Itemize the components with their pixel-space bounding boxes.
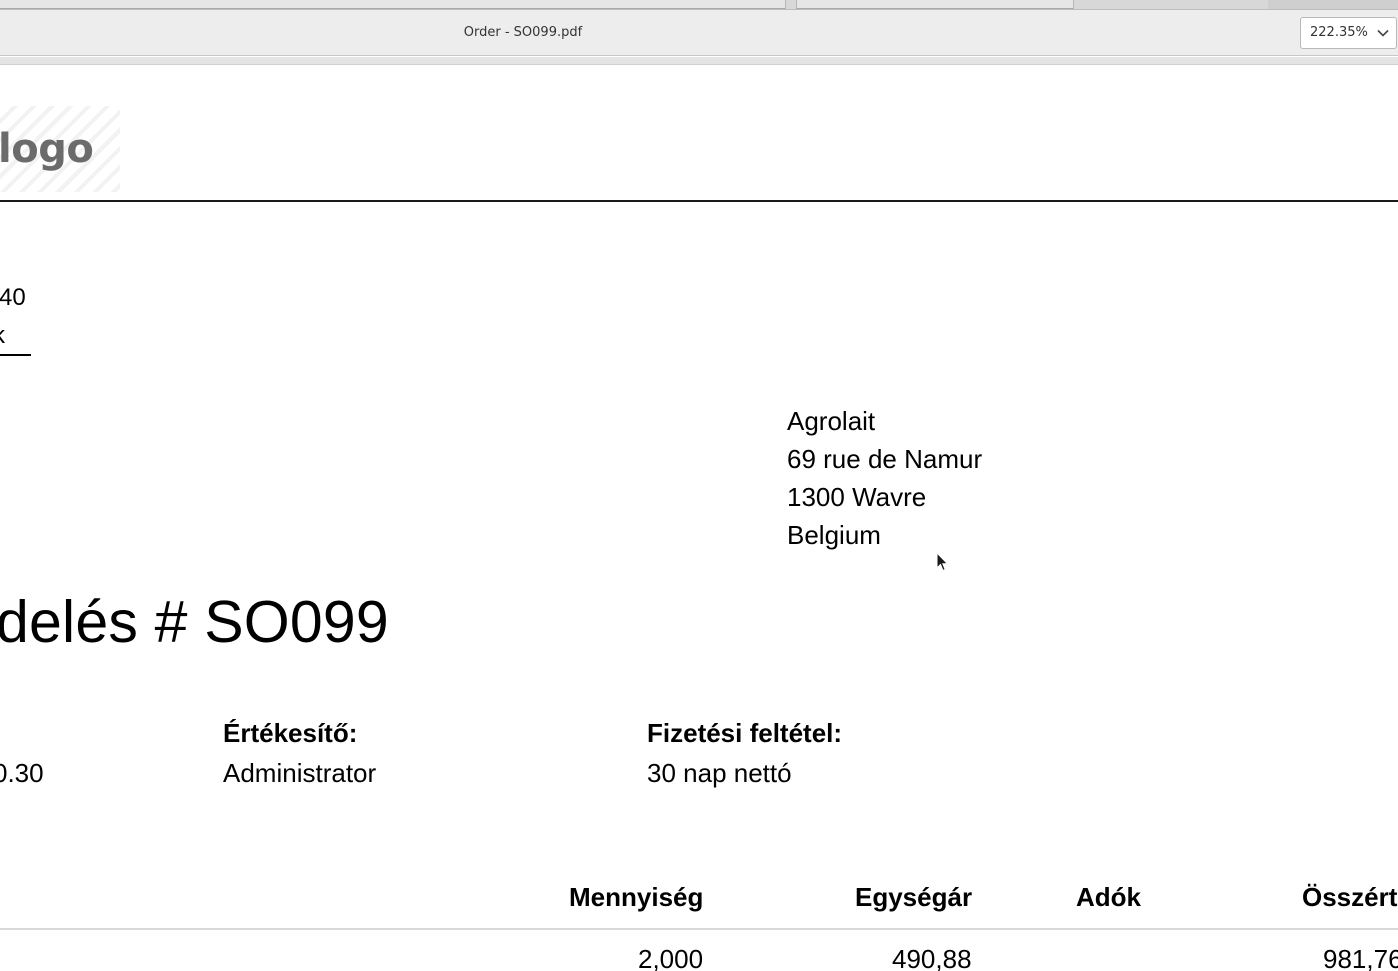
zoom-select[interactable]: 222.35%: [1300, 17, 1397, 49]
column-header-unit-price: Egységár: [855, 882, 973, 912]
row-total: 981,76: [1323, 944, 1398, 971]
customer-name: Agrolait: [787, 406, 876, 436]
customer-address: Agrolait 69 rue de Namur 1300 Wavre Belg…: [787, 402, 982, 554]
company-address-line: 40: [0, 284, 26, 311]
browser-tab[interactable]: [796, 0, 1074, 9]
logo-text: logo: [0, 126, 94, 172]
column-header-taxes: Adók: [1076, 882, 1141, 912]
customer-street: 69 rue de Namur: [787, 444, 983, 474]
salesperson-value: Administrator: [223, 758, 377, 788]
row-unit-price: 490,88: [892, 944, 972, 971]
document-title: Order - SO099.pdf: [463, 25, 583, 40]
row-quantity: 2,000: [638, 944, 704, 971]
customer-city: 1300 Wavre: [787, 482, 927, 512]
mouse-pointer-icon: [936, 552, 949, 572]
header-divider: [0, 200, 1398, 202]
browser-tab[interactable]: [1268, 0, 1398, 9]
zoom-value: 222.35%: [1310, 25, 1368, 40]
pdf-viewer-toolbar: Order - SO099.pdf 222.35%: [0, 10, 1398, 56]
company-address-line: .: [0, 246, 1, 274]
column-header-total: Összért: [1302, 882, 1398, 912]
customer-country: Belgium: [787, 520, 881, 550]
table-header-divider: [0, 928, 1398, 930]
payment-term-label: Fizetési feltétel:: [647, 718, 843, 748]
toolbar-separator: [0, 57, 1398, 65]
column-header-quantity: Mennyiség: [569, 882, 704, 912]
company-address-line: k: [0, 322, 5, 350]
salesperson-label: Értékesítő:: [223, 718, 358, 748]
payment-term-value: 30 nap nettó: [647, 758, 792, 788]
pdf-page: logo . 40 k Agrolait 69 rue de Namur 130…: [0, 66, 1398, 971]
order-date-value: 0.30: [0, 758, 44, 788]
chevron-down-icon: [1377, 29, 1389, 37]
order-title: delés # SO099: [0, 589, 389, 655]
company-logo: logo: [0, 106, 120, 192]
browser-tab[interactable]: [0, 0, 786, 9]
underline-decoration: [0, 354, 31, 356]
browser-tab-strip: [0, 0, 1398, 10]
